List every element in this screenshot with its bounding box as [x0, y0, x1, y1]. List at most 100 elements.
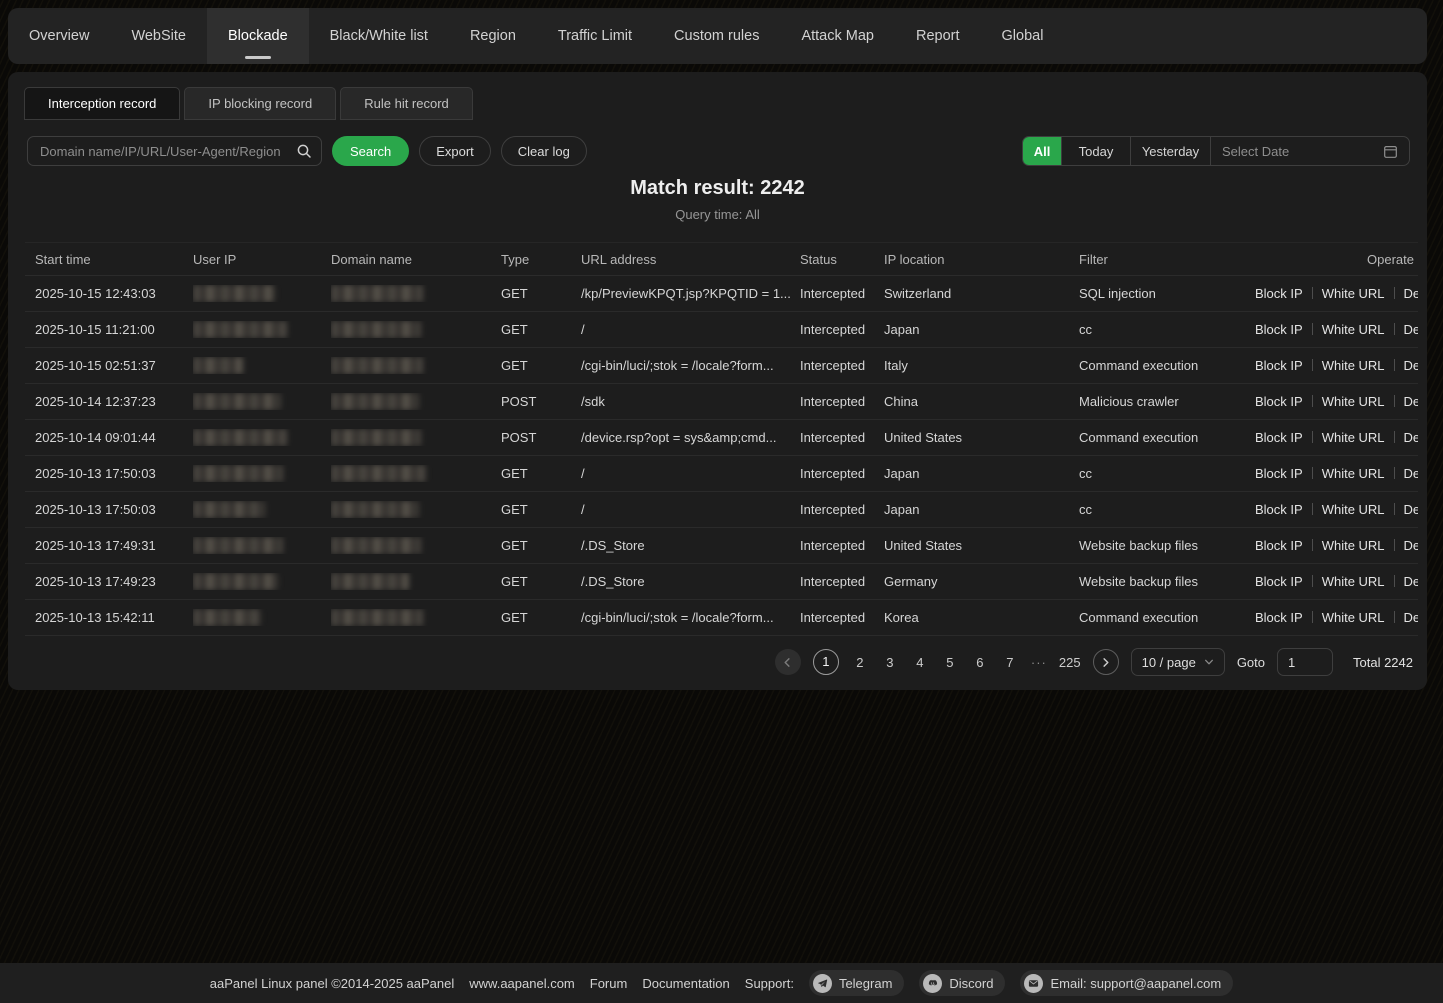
subtab-ip-blocking-record[interactable]: IP blocking record — [184, 87, 336, 120]
redacted-domain-name — [331, 609, 423, 626]
operate-separator — [1394, 359, 1395, 371]
telegram-button[interactable]: Telegram — [809, 970, 904, 996]
cell-type: GET — [501, 322, 581, 337]
page-button-7[interactable]: 7 — [1001, 655, 1019, 670]
white-url-link[interactable]: White URL — [1322, 358, 1385, 373]
operate-separator — [1394, 503, 1395, 515]
block-ip-link[interactable]: Block IP — [1255, 610, 1303, 625]
search-input[interactable] — [27, 136, 322, 166]
email-button[interactable]: Email: support@aapanel.com — [1020, 970, 1233, 996]
white-url-link[interactable]: White URL — [1322, 502, 1385, 517]
nav-tab-attack-map[interactable]: Attack Map — [780, 8, 895, 64]
white-url-link[interactable]: White URL — [1322, 430, 1385, 445]
redacted-user-ip — [193, 321, 287, 338]
pagination-ellipsis[interactable]: ··· — [1031, 655, 1047, 670]
page-button-3[interactable]: 3 — [881, 655, 899, 670]
cell-status: Intercepted — [800, 502, 884, 517]
block-ip-link[interactable]: Block IP — [1255, 358, 1303, 373]
block-ip-link[interactable]: Block IP — [1255, 430, 1303, 445]
clear-log-button[interactable]: Clear log — [501, 136, 587, 166]
nav-tab-custom-rules[interactable]: Custom rules — [653, 8, 780, 64]
operate-separator — [1312, 611, 1313, 623]
details-link[interactable]: Details — [1404, 610, 1418, 625]
cell-start-time: 2025-10-13 15:42:11 — [25, 610, 193, 625]
page-button-6[interactable]: 6 — [971, 655, 989, 670]
block-ip-link[interactable]: Block IP — [1255, 322, 1303, 337]
details-link[interactable]: Details — [1404, 538, 1418, 553]
date-filter-yesterday[interactable]: Yesterday — [1130, 137, 1210, 165]
cell-filter: Command execution — [1079, 358, 1255, 373]
redacted-domain-name — [331, 465, 426, 482]
details-link[interactable]: Details — [1404, 286, 1418, 301]
search-icon[interactable] — [296, 143, 312, 159]
cell-url: /sdk — [581, 394, 800, 409]
block-ip-link[interactable]: Block IP — [1255, 502, 1303, 517]
cell-start-time: 2025-10-14 12:37:23 — [25, 394, 193, 409]
cell-filter: SQL injection — [1079, 286, 1255, 301]
chevron-down-icon — [1204, 657, 1214, 667]
white-url-link[interactable]: White URL — [1322, 394, 1385, 409]
cell-start-time: 2025-10-13 17:49:31 — [25, 538, 193, 553]
white-url-link[interactable]: White URL — [1322, 466, 1385, 481]
page-button-4[interactable]: 4 — [911, 655, 929, 670]
cell-status: Intercepted — [800, 538, 884, 553]
next-page-button[interactable] — [1093, 649, 1119, 675]
footer-website-link[interactable]: www.aapanel.com — [469, 976, 575, 991]
details-link[interactable]: Details — [1404, 430, 1418, 445]
nav-tab-traffic-limit[interactable]: Traffic Limit — [537, 8, 653, 64]
nav-tab-region[interactable]: Region — [449, 8, 537, 64]
details-link[interactable]: Details — [1404, 358, 1418, 373]
date-filter-all[interactable]: All — [1023, 137, 1061, 165]
white-url-link[interactable]: White URL — [1322, 322, 1385, 337]
operate-separator — [1312, 395, 1313, 407]
page-button-1[interactable]: 1 — [813, 649, 839, 675]
export-button[interactable]: Export — [419, 136, 491, 166]
details-link[interactable]: Details — [1404, 394, 1418, 409]
operate-cell: Block IP White URL Details — [1255, 610, 1418, 625]
nav-tab-blockade[interactable]: Blockade — [207, 8, 309, 64]
nav-tab-report[interactable]: Report — [895, 8, 981, 64]
search-field-wrap — [27, 136, 322, 166]
white-url-link[interactable]: White URL — [1322, 610, 1385, 625]
subtab-interception-record[interactable]: Interception record — [24, 87, 180, 120]
nav-tab-black-white-list[interactable]: Black/White list — [309, 8, 449, 64]
prev-page-button[interactable] — [775, 649, 801, 675]
details-link[interactable]: Details — [1404, 466, 1418, 481]
cell-filter: cc — [1079, 466, 1255, 481]
page-button-5[interactable]: 5 — [941, 655, 959, 670]
search-button[interactable]: Search — [332, 136, 409, 166]
white-url-link[interactable]: White URL — [1322, 574, 1385, 589]
white-url-link[interactable]: White URL — [1322, 538, 1385, 553]
page-size-select[interactable]: 10 / page — [1131, 648, 1225, 676]
discord-button[interactable]: Discord — [919, 970, 1005, 996]
redacted-user-ip — [193, 501, 265, 518]
table-row: 2025-10-13 17:50:03 GET / Intercepted Ja… — [25, 492, 1418, 528]
block-ip-link[interactable]: Block IP — [1255, 286, 1303, 301]
block-ip-link[interactable]: Block IP — [1255, 574, 1303, 589]
block-ip-link[interactable]: Block IP — [1255, 538, 1303, 553]
cell-type: GET — [501, 538, 581, 553]
redacted-user-ip — [193, 537, 283, 554]
footer-forum-link[interactable]: Forum — [590, 976, 628, 991]
table-row: 2025-10-13 17:50:03 GET / Intercepted Ja… — [25, 456, 1418, 492]
goto-page-input[interactable] — [1277, 648, 1333, 676]
subtab-rule-hit-record[interactable]: Rule hit record — [340, 87, 473, 120]
details-link[interactable]: Details — [1404, 574, 1418, 589]
nav-tab-global[interactable]: Global — [981, 8, 1065, 64]
cell-url: /.DS_Store — [581, 538, 800, 553]
nav-tab-overview[interactable]: Overview — [8, 8, 110, 64]
footer-documentation-link[interactable]: Documentation — [642, 976, 729, 991]
nav-tab-website[interactable]: WebSite — [110, 8, 207, 64]
select-date-input[interactable]: Select Date — [1210, 137, 1409, 165]
block-ip-link[interactable]: Block IP — [1255, 394, 1303, 409]
block-ip-link[interactable]: Block IP — [1255, 466, 1303, 481]
page-button-2[interactable]: 2 — [851, 655, 869, 670]
white-url-link[interactable]: White URL — [1322, 286, 1385, 301]
details-link[interactable]: Details — [1404, 502, 1418, 517]
details-link[interactable]: Details — [1404, 322, 1418, 337]
page-button-225[interactable]: 225 — [1059, 655, 1081, 670]
cell-filter: Command execution — [1079, 610, 1255, 625]
cell-ip-location: Italy — [884, 358, 1079, 373]
date-filter-today[interactable]: Today — [1061, 137, 1130, 165]
cell-filter: cc — [1079, 502, 1255, 517]
